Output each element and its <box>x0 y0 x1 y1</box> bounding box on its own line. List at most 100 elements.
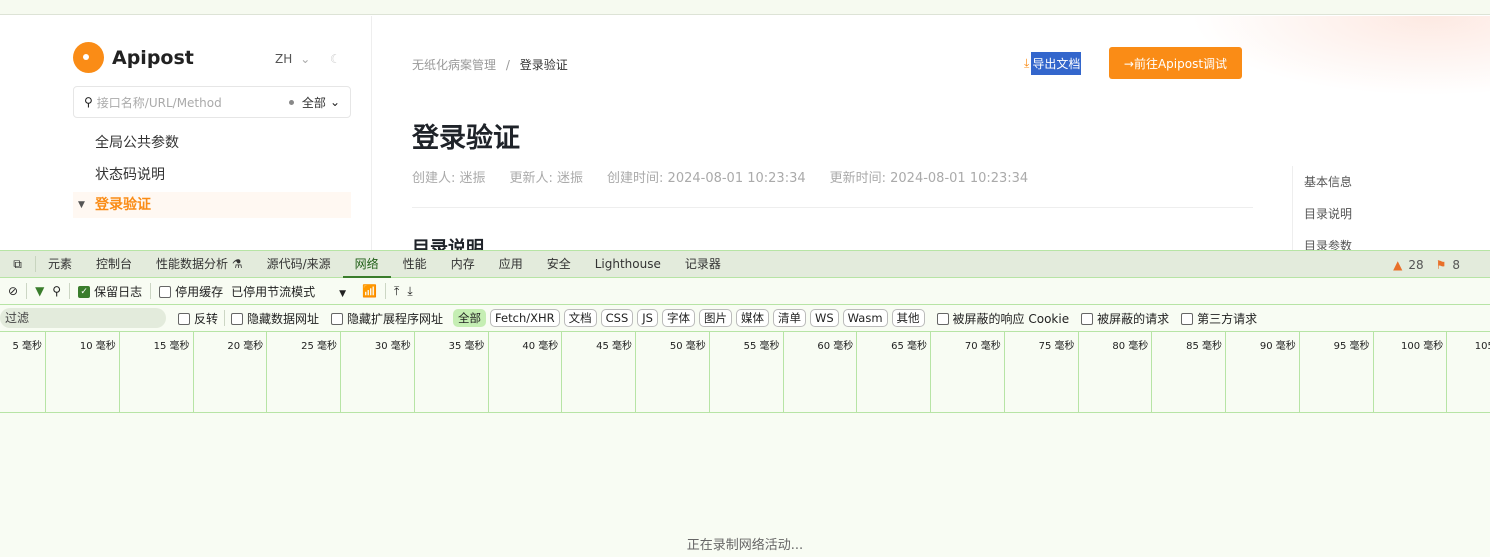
throttle-select[interactable]: 已停用节流模式 ▼ <box>231 283 346 300</box>
export-har-icon[interactable]: ⤓ <box>407 284 412 299</box>
blocked-cookies-checkbox[interactable]: 被屏蔽的响应 Cookie <box>936 310 1069 327</box>
type-filter-chip[interactable]: 全部 <box>453 309 487 327</box>
timeline-tick: 50 毫秒 <box>636 332 710 412</box>
device-toggle-icon[interactable]: ⧉ <box>0 256 36 272</box>
type-filter-chip[interactable]: 其他 <box>891 309 925 327</box>
filter-icon[interactable]: ▼ <box>35 284 44 298</box>
invert-label: 反转 <box>194 311 219 326</box>
devtools-tabs: ⧉ 元素 控制台 性能数据分析 ⚗ 源代码/来源 网络 性能 内存 应用 安全 Lighthous… <box>0 251 1490 278</box>
type-filter-chip[interactable]: CSS <box>600 309 634 327</box>
checkbox-icon <box>1081 313 1094 325</box>
export-label: 导出文档 <box>1031 52 1082 75</box>
goto-apipost-button[interactable]: →前往Apipost调试 <box>1109 47 1242 79</box>
search-box[interactable]: ⚲ 接口名称/URL/Method 全部 ⌄ <box>73 86 351 118</box>
clear-icon[interactable]: ⊘ <box>8 284 18 298</box>
type-filter-chip[interactable]: 文档 <box>563 309 597 327</box>
logo[interactable]: Apipost <box>73 42 194 73</box>
sidebar-item-label: 状态码说明 <box>95 167 165 183</box>
tab-0[interactable]: 元素 <box>36 251 84 278</box>
type-filter-chip[interactable]: 媒体 <box>735 309 769 327</box>
tab-3[interactable]: 源代码/来源 <box>255 251 343 278</box>
import-har-icon[interactable]: ⤒ <box>394 284 399 299</box>
network-conditions-icon[interactable]: 📶 <box>362 284 377 298</box>
timeline-tick: 80 毫秒 <box>1079 332 1153 412</box>
issue-counts[interactable]: ▲ 28 ⚑ 8 <box>1393 251 1460 278</box>
network-timeline-overview[interactable]: 5 毫秒 10 毫秒 15 毫秒 20 毫秒 25 毫秒 30 毫秒 35 毫秒 40 毫秒 4… <box>0 332 1490 413</box>
tab-4[interactable]: 网络 <box>342 251 391 278</box>
recording-status: 正在录制网络活动... <box>686 538 804 553</box>
goto-label: →前往Apipost调试 <box>1123 56 1228 71</box>
timeline-tick: 25 毫秒 <box>267 332 341 412</box>
issue-flag-icon: ⚑ <box>1435 257 1447 272</box>
type-filter-chip[interactable]: 清单 <box>772 309 806 327</box>
chevron-down-icon: ⌄ <box>329 95 340 109</box>
toc-item[interactable]: 目录说明 <box>1304 198 1352 230</box>
blocked-requests-label: 被屏蔽的请求 <box>1097 311 1170 326</box>
toc-item[interactable]: 目录参数 <box>1304 230 1352 250</box>
blocked-requests-checkbox[interactable]: 被屏蔽的请求 <box>1081 310 1169 327</box>
doc-meta: 创建人: 迷振 更新人: 迷振 创建时间: 2024-08-01 10:23:3… <box>412 167 1028 186</box>
method-dot-icon <box>288 99 294 105</box>
breadcrumb-current: 登录验证 <box>519 58 568 72</box>
toc-item[interactable]: 基本信息 <box>1304 166 1352 198</box>
search-icon[interactable]: ⚲ <box>52 284 61 298</box>
disable-cache-checkbox[interactable]: 停用缓存 <box>159 283 223 300</box>
section-heading: 目录说明 <box>412 238 484 250</box>
sidebar-item-login[interactable]: ▼ 登录验证 <box>73 192 351 218</box>
created-time: 创建时间: 2024-08-01 10:23:34 <box>607 171 806 186</box>
page-title: 登录验证 <box>412 123 520 154</box>
disable-cache-label: 停用缓存 <box>175 284 224 299</box>
type-filter-chip[interactable]: WS <box>809 309 839 327</box>
devtools-panel: ⧉ 元素 控制台 性能数据分析 ⚗ 源代码/来源 网络 性能 内存 应用 安全 Lighthous… <box>0 250 1490 557</box>
export-doc-button[interactable]: ⤓ 导出文档 <box>1024 52 1082 75</box>
tab-8[interactable]: 安全 <box>535 251 583 278</box>
apipost-logo-icon <box>73 42 104 73</box>
type-filter-chip[interactable]: Fetch/XHR <box>490 309 560 327</box>
tab-7[interactable]: 应用 <box>487 251 535 278</box>
tab-5[interactable]: 性能 <box>391 251 439 278</box>
search-input[interactable]: 接口名称/URL/Method <box>97 94 289 111</box>
hide-data-urls-checkbox[interactable]: 隐藏数据网址 <box>231 310 319 327</box>
tab-1[interactable]: 控制台 <box>84 251 144 278</box>
tab-10[interactable]: 记录器 <box>673 251 733 278</box>
dropdown-arrow-icon: ▼ <box>339 288 347 299</box>
timeline-tick: 40 毫秒 <box>489 332 563 412</box>
apipost-doc-page: Apipost ZH ⌄ ☾ ⚲ 接口名称/URL/Method 全部 ⌄ 全局公… <box>0 16 1490 250</box>
divider <box>26 283 28 299</box>
timeline-tick: 20 毫秒 <box>194 332 268 412</box>
download-icon: ⤓ <box>1024 56 1030 70</box>
sidebar: Apipost ZH ⌄ ☾ ⚲ 接口名称/URL/Method 全部 ⌄ 全局公… <box>0 16 372 250</box>
checkbox-icon <box>1181 313 1194 325</box>
invert-checkbox[interactable]: 反转 <box>178 310 218 327</box>
type-filter-chip[interactable]: 字体 <box>661 309 695 327</box>
language-select[interactable]: ZH ⌄ <box>275 52 310 66</box>
timeline-tick: 95 毫秒 <box>1300 332 1374 412</box>
tab-6[interactable]: 内存 <box>439 251 487 278</box>
sidebar-item-global-params[interactable]: 全局公共参数 <box>73 130 351 156</box>
type-filter-chip[interactable]: 图片 <box>698 309 732 327</box>
type-filter-chip[interactable]: JS <box>637 309 658 327</box>
timeline-tick: 45 毫秒 <box>562 332 636 412</box>
sidebar-item-status-codes[interactable]: 状态码说明 <box>73 162 351 188</box>
resource-type-filters: 全部 Fetch/XHR 文档 CSS JS 字体 图片 媒体 清单 WS Wasm 其他 <box>453 309 925 327</box>
tab-9[interactable]: Lighthouse <box>583 251 673 278</box>
type-filter-chip[interactable]: Wasm <box>842 309 888 327</box>
checkbox-icon <box>331 313 344 325</box>
tab-list: 元素 控制台 性能数据分析 ⚗ 源代码/来源 网络 性能 内存 应用 安全 Lighthouse 记… <box>36 251 733 278</box>
dark-mode-toggle-icon[interactable]: ☾ <box>330 52 341 66</box>
tab-2[interactable]: 性能数据分析 ⚗ <box>144 251 255 278</box>
network-toolbar: ⊘ ▼ ⚲ ✓ 保留日志 停用缓存 已停用节流模式 ▼ 📶 ⤒ ⤓ <box>0 278 1490 305</box>
hide-extension-urls-checkbox[interactable]: 隐藏扩展程序网址 <box>331 310 443 327</box>
updater: 更新人: 迷振 <box>509 171 584 186</box>
third-party-checkbox[interactable]: 第三方请求 <box>1181 310 1257 327</box>
breadcrumb-parent[interactable]: 无纸化病案管理 <box>412 58 496 72</box>
divider <box>69 283 71 299</box>
table-of-contents: 基本信息 目录说明 目录参数 <box>1292 166 1352 250</box>
third-party-label: 第三方请求 <box>1197 311 1258 326</box>
search-icon: ⚲ <box>84 95 93 109</box>
method-filter[interactable]: 全部 <box>302 94 326 111</box>
preserve-log-label: 保留日志 <box>94 284 143 299</box>
filter-input[interactable]: 过滤 <box>0 308 166 328</box>
preserve-log-checkbox[interactable]: ✓ 保留日志 <box>78 283 142 300</box>
checkbox-icon <box>936 313 949 325</box>
